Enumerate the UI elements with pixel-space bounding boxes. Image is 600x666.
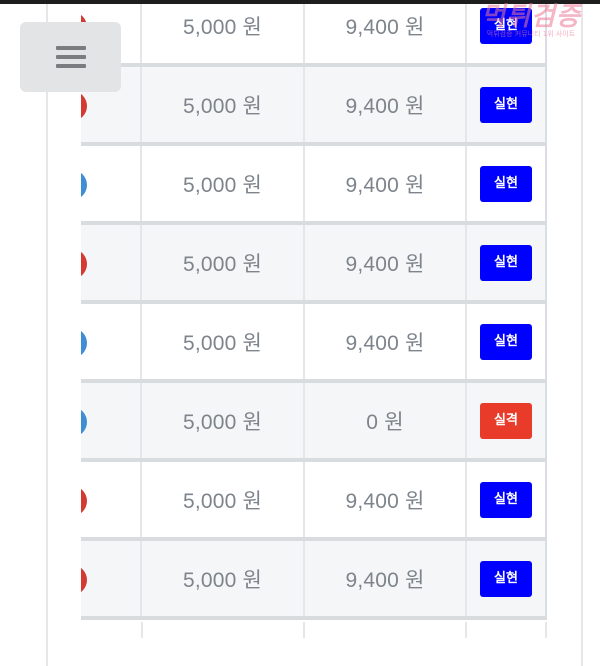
result-cell: 실격 <box>467 383 547 458</box>
result-cell: 실현 <box>467 462 547 537</box>
bet-amount-cell: 5,000 원 <box>142 304 305 379</box>
column-divider <box>545 622 547 638</box>
payout-cell: 9,400 원 <box>305 462 467 537</box>
table-row: 5,000 원 9,400 원 실현 <box>81 541 547 620</box>
row-divider <box>81 616 547 620</box>
ball-icon <box>81 91 87 121</box>
pick-cell <box>81 225 142 300</box>
pick-cell <box>81 383 142 458</box>
payout-amount: 9,400 원 <box>345 489 425 513</box>
bet-amount-cell: 5,000 원 <box>142 67 305 142</box>
bet-amount-cell: 5,000 원 <box>142 0 305 63</box>
bet-amount-cell: 5,000 원 <box>142 146 305 221</box>
payout-cell: 9,400 원 <box>305 541 467 616</box>
bet-amount: 5,000 원 <box>182 568 263 592</box>
payout-amount: 9,400 원 <box>345 331 425 355</box>
payout-amount: 0 원 <box>366 410 404 434</box>
frame-right-border <box>581 0 583 666</box>
column-divider <box>465 622 467 638</box>
top-status-bar <box>0 0 600 4</box>
menu-button[interactable] <box>20 22 121 92</box>
bet-amount-cell: 5,000 원 <box>142 383 305 458</box>
result-badge: 실현 <box>480 165 532 202</box>
ball-icon <box>81 328 87 358</box>
table-row: 5,000 원 9,400 원 실현 <box>81 304 547 383</box>
ball-icon <box>81 170 87 200</box>
result-cell: 실현 <box>467 67 547 142</box>
table-row: 5,000 원 9,400 원 실현 <box>81 462 547 541</box>
bet-amount-cell: 5,000 원 <box>142 541 305 616</box>
result-badge: 실현 <box>480 86 532 123</box>
ball-icon <box>81 486 87 516</box>
payout-cell: 9,400 원 <box>305 304 467 379</box>
frame-left-border <box>46 0 48 666</box>
result-badge: 실현 <box>480 244 532 281</box>
bet-history-table: 5,000 원 9,400 원 실현 5,000 원 9,400 원 실현 5,… <box>81 0 547 640</box>
result-cell: 실현 <box>467 146 547 221</box>
bet-amount: 5,000 원 <box>182 410 263 434</box>
column-divider <box>303 622 305 638</box>
result-cell: 실현 <box>467 225 547 300</box>
ball-icon <box>81 565 87 595</box>
result-cell: 실현 <box>467 541 547 616</box>
result-badge: 실격 <box>480 402 532 439</box>
payout-cell: 0 원 <box>305 383 467 458</box>
pick-cell <box>81 541 142 616</box>
column-divider <box>141 622 143 638</box>
payout-amount: 9,400 원 <box>345 94 425 118</box>
result-cell: 실현 <box>467 0 547 63</box>
bet-amount: 5,000 원 <box>182 331 263 355</box>
result-badge: 실현 <box>480 560 532 597</box>
result-badge: 실현 <box>480 323 532 360</box>
payout-cell: 9,400 원 <box>305 67 467 142</box>
table-row: 5,000 원 9,400 원 실현 <box>81 0 547 67</box>
pick-cell <box>81 304 142 379</box>
table-row: 5,000 원 0 원 실격 <box>81 383 547 462</box>
payout-cell: 9,400 원 <box>305 146 467 221</box>
payout-cell: 9,400 원 <box>305 225 467 300</box>
bet-amount-cell: 5,000 원 <box>142 225 305 300</box>
payout-cell: 9,400 원 <box>305 0 467 63</box>
bet-amount: 5,000 원 <box>182 252 263 276</box>
pick-cell <box>81 462 142 537</box>
bet-amount: 5,000 원 <box>182 15 263 39</box>
payout-amount: 9,400 원 <box>345 173 425 197</box>
table-row: 5,000 원 9,400 원 실현 <box>81 225 547 304</box>
pick-cell <box>81 146 142 221</box>
payout-amount: 9,400 원 <box>345 252 425 276</box>
ball-icon <box>81 407 87 437</box>
hamburger-menu-icon <box>55 46 86 68</box>
table-row: 5,000 원 9,400 원 실현 <box>81 67 547 146</box>
bet-amount: 5,000 원 <box>182 94 263 118</box>
bet-amount: 5,000 원 <box>182 489 263 513</box>
bet-amount: 5,000 원 <box>182 173 263 197</box>
result-cell: 실현 <box>467 304 547 379</box>
result-badge: 실현 <box>480 481 532 518</box>
table-row: 5,000 원 9,400 원 실현 <box>81 146 547 225</box>
payout-amount: 9,400 원 <box>345 568 425 592</box>
ball-icon <box>81 249 87 279</box>
payout-amount: 9,400 원 <box>345 15 425 39</box>
bet-amount-cell: 5,000 원 <box>142 462 305 537</box>
result-badge: 실현 <box>480 7 532 44</box>
